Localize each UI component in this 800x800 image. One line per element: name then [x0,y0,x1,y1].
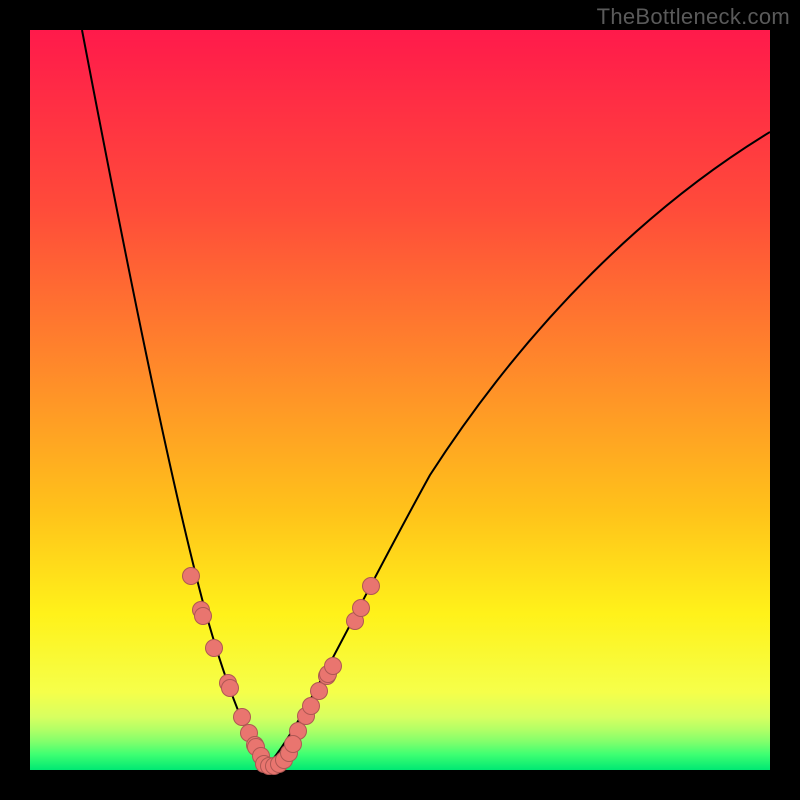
watermark-text: TheBottleneck.com [597,4,790,30]
marker-left [205,639,223,657]
marker-right [362,577,380,595]
marker-right [324,657,342,675]
chart-frame: TheBottleneck.com [0,0,800,800]
marker-right [352,599,370,617]
marker-left [182,567,200,585]
plot-area [30,30,770,770]
curves-svg [30,30,770,770]
marker-left [221,679,239,697]
marker-left [194,607,212,625]
right-curve [268,132,770,765]
left-curve [82,30,268,765]
marker-valley [284,735,302,753]
